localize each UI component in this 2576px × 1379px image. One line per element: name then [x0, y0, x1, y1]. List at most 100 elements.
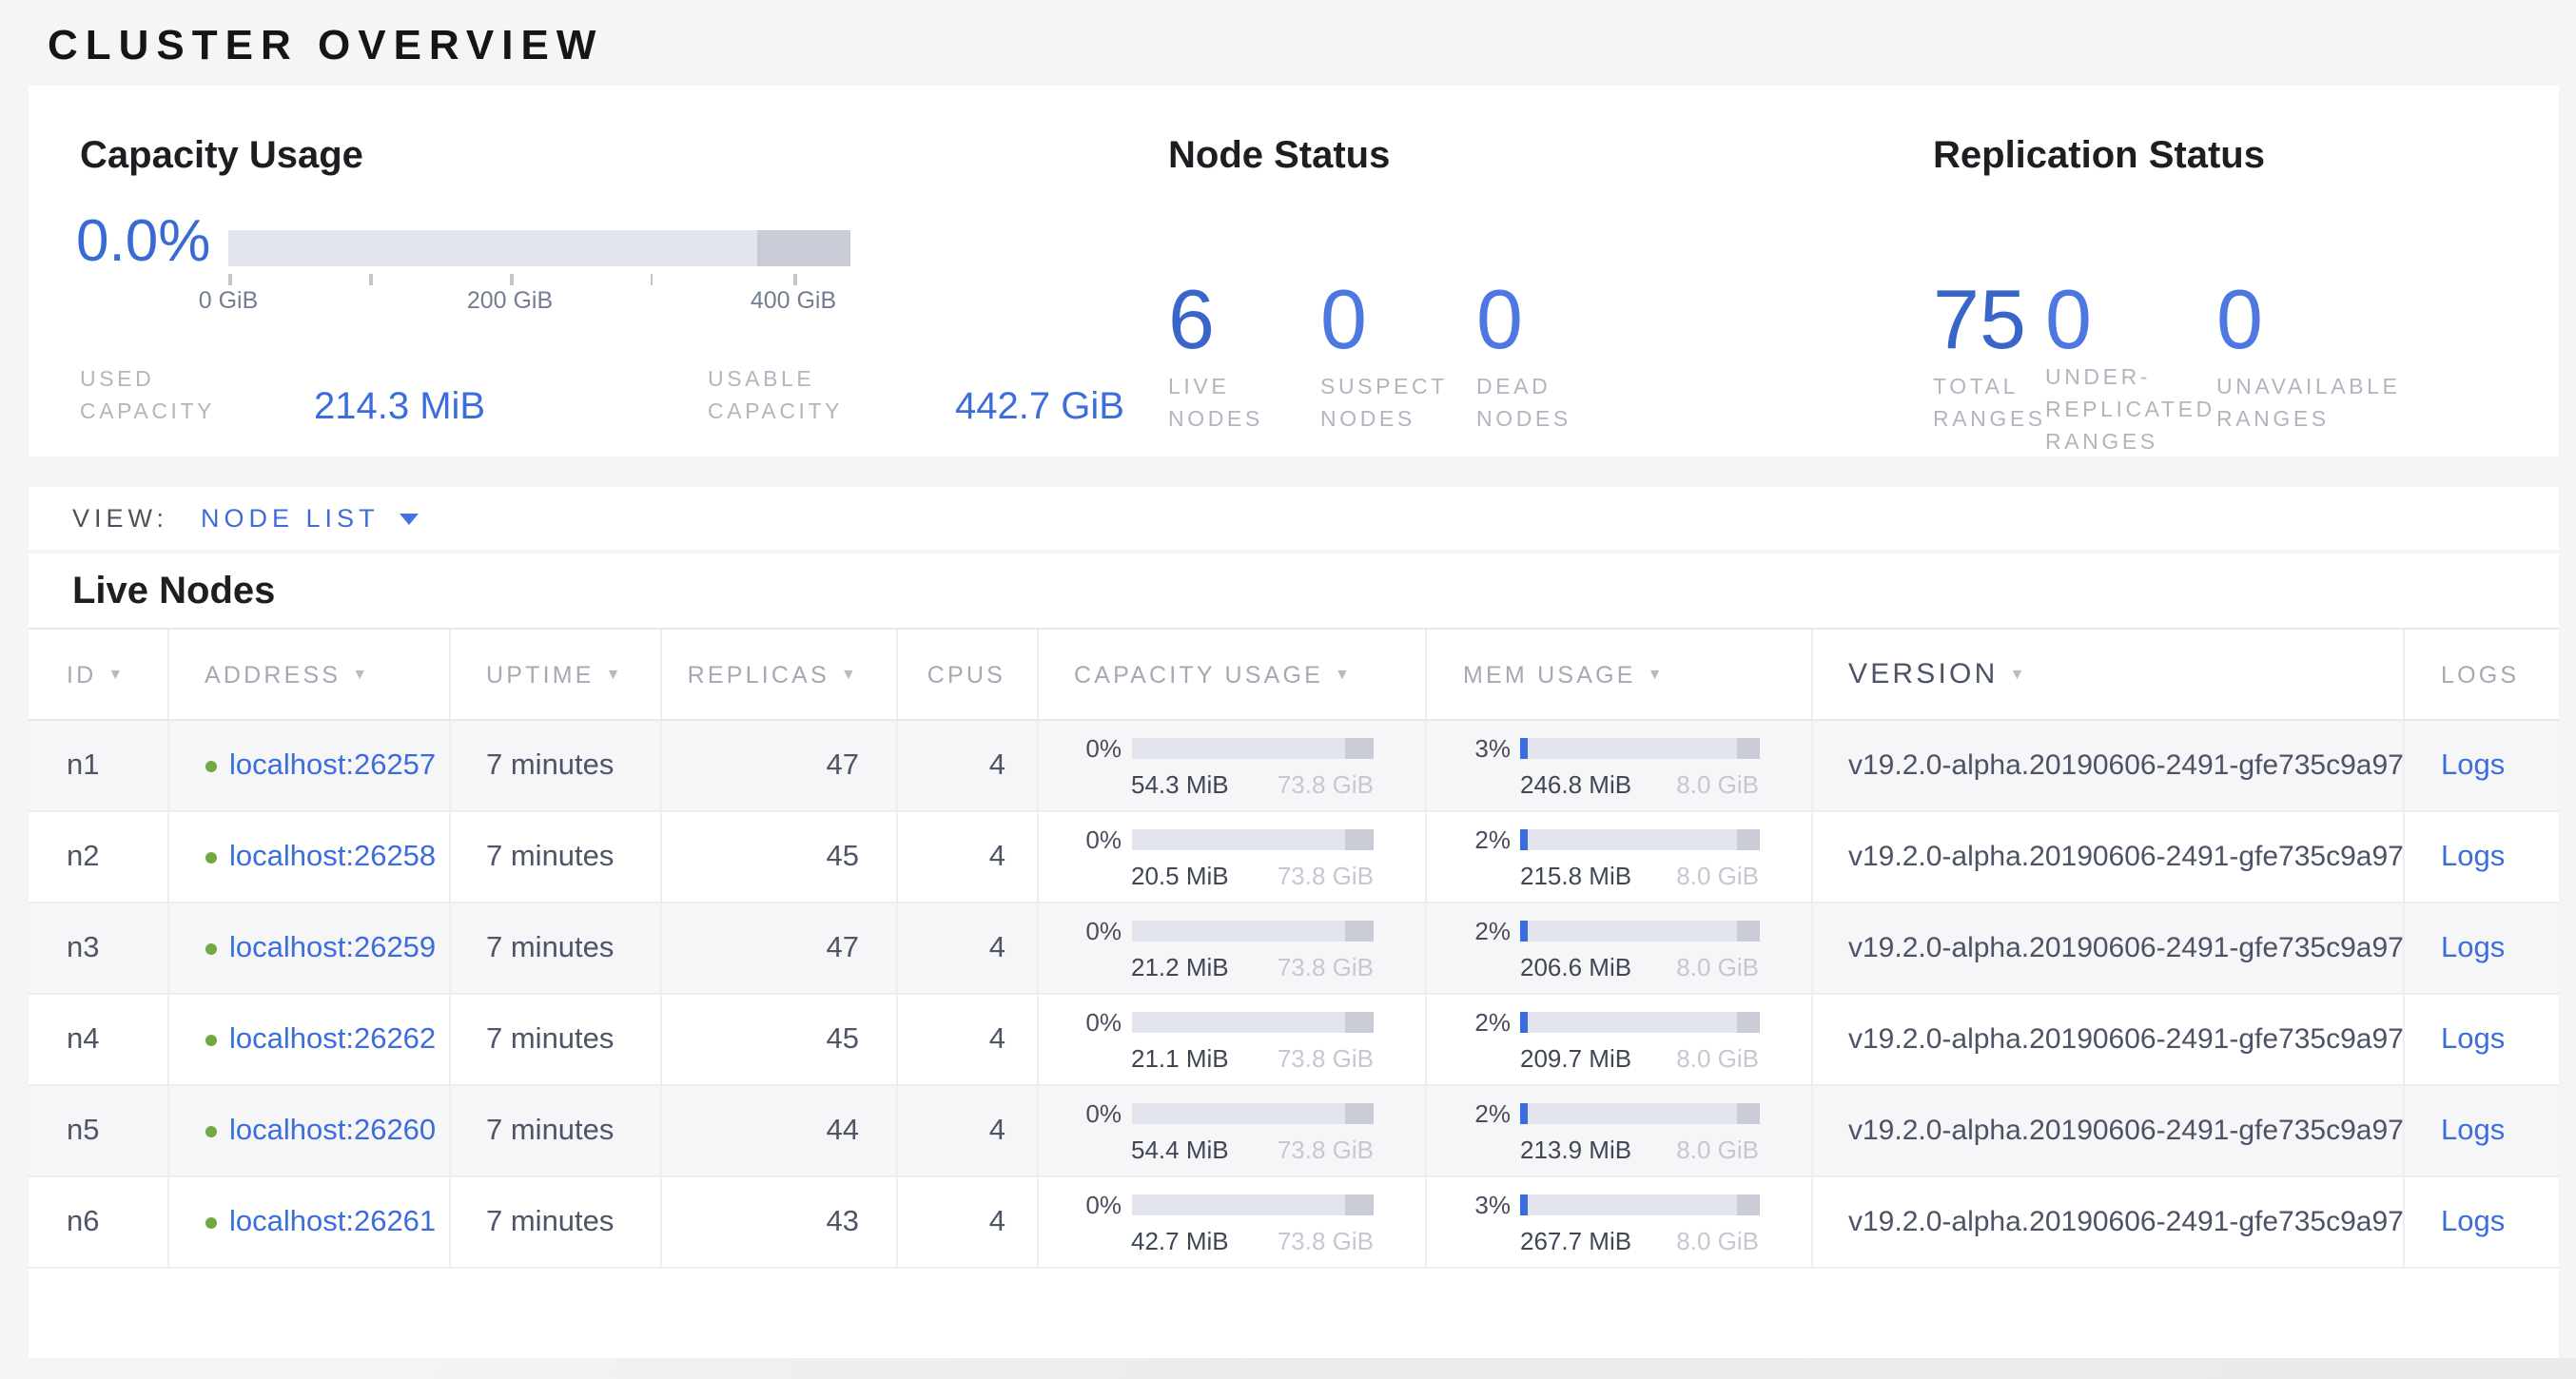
bar-tip	[1737, 1103, 1759, 1124]
logs-cell: Logs	[2405, 721, 2558, 810]
dead-nodes-label: DEAD NODES	[1476, 373, 1571, 437]
usage-total-value: 73.8 GiB	[1278, 1044, 1374, 1073]
axis-tick	[650, 274, 653, 285]
bar-fill	[1520, 921, 1528, 942]
logs-link[interactable]: Logs	[2441, 1205, 2505, 1239]
version-cell: v19.2.0-alpha.20190606-2491-gfe735c9a97	[1812, 721, 2405, 810]
uptime-cell-value: 7 minutes	[486, 840, 614, 874]
usage-total-value: 73.8 GiB	[1278, 1136, 1374, 1164]
replicas-cell-value: 47	[827, 748, 860, 783]
usage-percent: 0%	[1064, 1099, 1122, 1128]
node-id: n2	[67, 840, 100, 874]
logs-link[interactable]: Logs	[2441, 1114, 2505, 1148]
usage-total-value: 8.0 GiB	[1676, 770, 1759, 799]
logs-link[interactable]: Logs	[2441, 840, 2505, 874]
column-header-uptime[interactable]: UPTIME▼	[450, 630, 661, 719]
column-header-label: ID	[67, 661, 96, 688]
cpus-cell: 4	[897, 1177, 1038, 1267]
cpus-cell-value: 4	[989, 1022, 1005, 1057]
table-row: n3localhost:262597 minutes4740%21.2 MiB7…	[29, 903, 2558, 995]
axis-tick	[510, 274, 513, 285]
usage-percent: 0%	[1064, 734, 1122, 763]
sort-caret-icon: ▼	[1335, 666, 1353, 683]
uptime-cell: 7 minutes	[450, 1086, 661, 1175]
replicas-cell-value: 45	[827, 1022, 860, 1057]
column-header-capacity[interactable]: CAPACITY USAGE▼	[1038, 630, 1427, 719]
usage-total-value: 73.8 GiB	[1278, 1227, 1374, 1255]
column-header-address[interactable]: ADDRESS▼	[168, 630, 450, 719]
address-link[interactable]: localhost:26257	[229, 748, 436, 783]
logs-link[interactable]: Logs	[2441, 931, 2505, 965]
address-link[interactable]: localhost:26261	[229, 1205, 436, 1239]
replication-status-stats: 75 TOTAL RANGES 0 UNDER- REPLICATED RANG…	[1933, 280, 2400, 437]
version-cell: v19.2.0-alpha.20190606-2491-gfe735c9a97	[1812, 1177, 2405, 1267]
node-live-status-dot-icon	[205, 851, 216, 863]
table-row: n5localhost:262607 minutes4440%54.4 MiB7…	[29, 1086, 2558, 1177]
node-status-heading: Node Status	[1168, 135, 1390, 179]
capacity-bar	[1131, 1194, 1374, 1215]
used-capacity-value: 214.3 MiB	[314, 386, 485, 430]
usage-used-value: 215.8 MiB	[1520, 862, 1631, 890]
uptime-cell-value: 7 minutes	[486, 1114, 614, 1148]
node-id-cell: n2	[29, 812, 168, 902]
usage-used-value: 21.2 MiB	[1131, 953, 1229, 981]
logs-link[interactable]: Logs	[2441, 748, 2505, 783]
sort-caret-icon: ▼	[2009, 666, 2027, 683]
node-id-cell: n6	[29, 1177, 168, 1267]
axis-tick-label: 200 GiB	[467, 287, 553, 314]
usable-capacity-label: USABLE CAPACITY	[708, 365, 843, 430]
version-value: v19.2.0-alpha.20190606-2491-gfe735c9a97	[1848, 1115, 2404, 1147]
node-live-status-dot-icon	[205, 1216, 216, 1228]
table-row: n2localhost:262587 minutes4540%20.5 MiB7…	[29, 812, 2558, 903]
usage-percent: 0%	[1064, 917, 1122, 945]
sort-caret-icon: ▼	[1648, 666, 1666, 683]
column-header-replicas[interactable]: REPLICAS▼	[661, 630, 897, 719]
live-nodes-value: 6	[1168, 280, 1320, 363]
uptime-cell-value: 7 minutes	[486, 1022, 614, 1057]
sort-caret-icon: ▼	[841, 666, 859, 683]
address-link[interactable]: localhost:26260	[229, 1114, 436, 1148]
live-nodes-card: Live Nodes ID▼ADDRESS▼UPTIME▼REPLICAS▼CP…	[29, 554, 2558, 1358]
usage-total-value: 8.0 GiB	[1676, 1044, 1759, 1073]
usage-used-value: 20.5 MiB	[1131, 862, 1229, 890]
usage-used-value: 42.7 MiB	[1131, 1227, 1229, 1255]
summary-card: Capacity Usage 0.0% 0 GiB 200 GiB 400 Gi…	[29, 86, 2558, 456]
under-replicated-ranges-stat: 0 UNDER- REPLICATED RANGES	[2045, 280, 2216, 437]
address-link[interactable]: localhost:26258	[229, 840, 436, 874]
replicas-cell: 44	[661, 1086, 897, 1175]
view-dropdown[interactable]: NODE LIST	[201, 504, 420, 533]
address-cell: localhost:26259	[168, 903, 450, 993]
capacity-bar	[1131, 921, 1374, 942]
usage-percent: 2%	[1454, 825, 1511, 854]
address-link[interactable]: localhost:26259	[229, 931, 436, 965]
column-header-id[interactable]: ID▼	[29, 630, 168, 719]
logs-link[interactable]: Logs	[2441, 1022, 2505, 1057]
column-header-version[interactable]: VERSION▼	[1812, 630, 2405, 719]
column-header-logs: LOGS	[2405, 630, 2558, 719]
under-replicated-ranges-label: UNDER- REPLICATED RANGES	[2045, 363, 2216, 460]
bar-tip	[1737, 1194, 1759, 1215]
cpus-cell: 4	[897, 812, 1038, 902]
axis-tick-label: 400 GiB	[751, 287, 836, 314]
mem-bar	[1520, 1012, 1759, 1033]
logs-cell: Logs	[2405, 995, 2558, 1084]
view-label: VIEW:	[72, 504, 168, 533]
capacity-usage-heading: Capacity Usage	[80, 135, 363, 179]
bar-tip	[1344, 738, 1374, 759]
address-cell: localhost:26261	[168, 1177, 450, 1267]
mem-usage-cell: 2%206.6 MiB8.0 GiB	[1427, 903, 1812, 993]
column-header-mem[interactable]: MEM USAGE▼	[1427, 630, 1812, 719]
node-id-cell: n3	[29, 903, 168, 993]
usable-capacity-value: 442.7 GiB	[955, 386, 1124, 430]
address-link[interactable]: localhost:26262	[229, 1022, 436, 1057]
capacity-usage-cell: 0%20.5 MiB73.8 GiB	[1038, 812, 1427, 902]
node-id: n6	[67, 1205, 100, 1239]
total-ranges-label: TOTAL RANGES	[1933, 373, 2045, 437]
usage-percent: 2%	[1454, 1099, 1511, 1128]
replication-status-heading: Replication Status	[1933, 135, 2265, 179]
total-ranges-value: 75	[1933, 280, 2045, 363]
capacity-usage-cell: 0%21.1 MiB73.8 GiB	[1038, 995, 1427, 1084]
node-id: n5	[67, 1114, 100, 1148]
bar-fill	[1520, 1012, 1528, 1033]
node-live-status-dot-icon	[205, 760, 216, 771]
